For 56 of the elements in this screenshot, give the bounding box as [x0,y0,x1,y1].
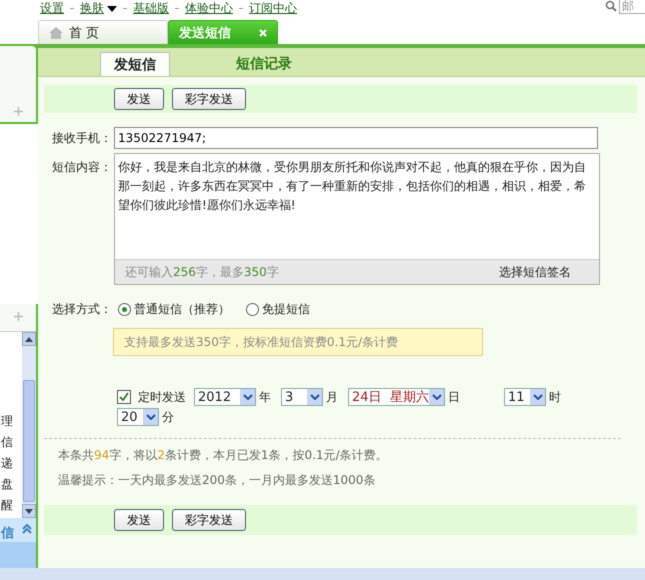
chevron-icon [242,394,252,400]
subtab[interactable]: 短信记录 [226,52,302,76]
tip-text: 温馨提示：一天内最多发送200条，一月内最多发送1000条 [57,472,376,489]
unit-label: 日 [448,388,460,406]
send-button[interactable]: 彩字发送 [172,88,246,110]
char-counter: 还可输入256字，最多350字 [125,264,279,280]
send-button[interactable]: 发送 [114,509,164,531]
sidebar-item[interactable]: 信 [1,432,22,453]
scrollbar[interactable] [22,332,36,518]
checkbox-label: 定时发送 [138,388,186,406]
send-button[interactable]: 彩字发送 [172,509,246,531]
home-icon [49,26,63,38]
search-icon [605,0,617,12]
phone-field[interactable]: 13502271947; [114,127,598,149]
signature-link[interactable]: 选择短信签名 [499,264,571,280]
checkbox[interactable] [117,390,131,404]
field-label: 短信内容： [51,159,113,176]
tab[interactable]: 首 页 [38,20,168,44]
radio-option[interactable]: 免提短信 [246,301,310,318]
unit-label: 月 [326,388,338,406]
unit-label: 时 [549,388,561,406]
top-link[interactable]: 体验中心 [185,0,233,17]
date-dropdown[interactable]: 11 [504,388,546,406]
plus-icon[interactable] [14,107,22,116]
chevron-icon [310,394,320,400]
top-link[interactable]: 换肤 [80,0,117,17]
date-dropdown[interactable]: 2012 [194,388,256,406]
send-button[interactable]: 发送 [114,88,164,110]
sidebar-item[interactable]: 盘 [1,474,22,495]
unit-label: 年 [259,388,271,406]
field-label: 接收手机： [51,130,113,146]
unit-label: 分 [162,408,174,426]
sidebar-item[interactable]: 醒 [1,495,22,516]
subtab[interactable]: 发短信 [100,52,170,76]
field-label: 选择方式： [51,301,113,318]
chevron-icon [146,414,156,420]
top-link[interactable]: 订阅中心 [249,0,297,17]
date-dropdown[interactable]: 24日 星期六 [348,388,445,406]
sidebar-item[interactable]: 理 [1,411,22,432]
close-icon[interactable] [259,28,267,36]
date-dropdown[interactable]: 20 [117,408,159,426]
radio-option[interactable]: 普通短信（推荐） [118,301,230,318]
top-link[interactable]: 设置 [40,0,64,17]
chevron-icon [532,394,542,400]
caret-icon [107,6,117,12]
collapse-icon [22,524,32,534]
scroll-up-icon[interactable] [25,336,33,342]
sidebar-item[interactable]: 递 [1,453,22,474]
hint-tooltip: 支持最多发送350字，按标准短信资费0.1元/条计费 [113,328,483,356]
search-field[interactable]: 邮 [619,0,645,14]
date-dropdown[interactable]: 3 [281,388,323,406]
top-link[interactable]: 基础版 [133,0,169,17]
summary-text: 本条共94字，将以2条计费，本月已发1条，按0.1元/条计费。 [57,447,389,464]
plus-icon[interactable] [14,312,22,321]
chevron-icon [432,394,442,400]
scroll-down-icon[interactable] [25,508,33,514]
